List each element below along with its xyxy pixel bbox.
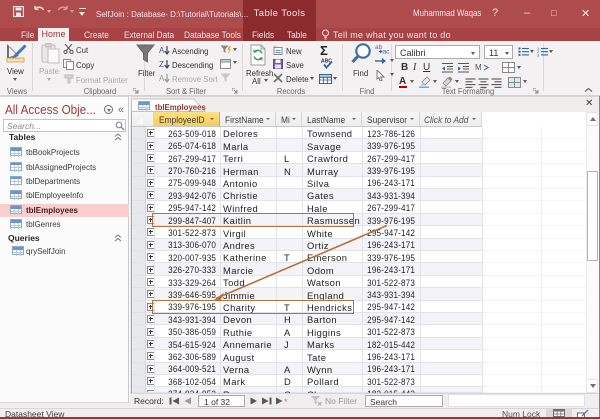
- svg-text:Z: Z: [159, 60, 164, 69]
- svg-text:ac: ac: [383, 48, 391, 54]
- svg-text:M: M: [475, 63, 482, 72]
- svg-text:A: A: [159, 46, 165, 55]
- svg-text:ab: ab: [375, 44, 383, 51]
- svg-text:*: *: [284, 397, 288, 405]
- svg-text:A: A: [159, 74, 165, 83]
- svg-text:3: 3: [537, 52, 540, 57]
